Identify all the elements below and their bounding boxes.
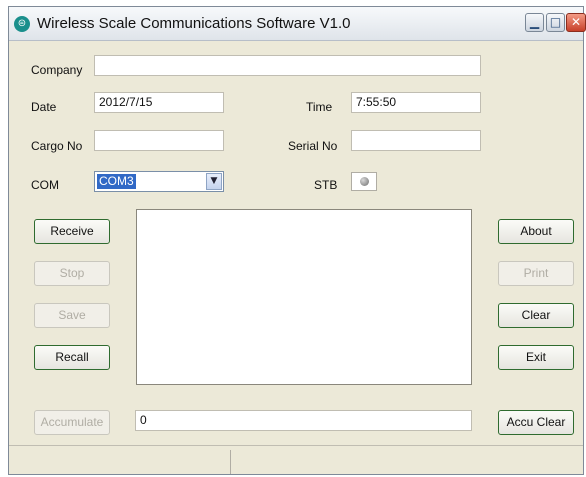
time-label: Time: [306, 100, 333, 114]
accumulate-field[interactable]: 0: [135, 410, 472, 431]
status-led-icon: [360, 177, 369, 186]
cargo-label: Cargo No: [31, 139, 83, 153]
exit-button[interactable]: Exit: [498, 345, 574, 370]
serial-label: Serial No: [288, 139, 338, 153]
main-window: ⊜ Wireless Scale Communications Software…: [8, 6, 586, 475]
title-bar[interactable]: ⊜ Wireless Scale Communications Software…: [9, 7, 586, 41]
received-data-area[interactable]: [136, 209, 472, 385]
company-field[interactable]: [94, 55, 481, 76]
date-field[interactable]: 2012/7/15: [94, 92, 224, 113]
about-button[interactable]: About: [498, 219, 574, 244]
save-button[interactable]: Save: [34, 303, 110, 328]
stb-label: STB: [314, 178, 338, 192]
stb-indicator: [351, 172, 377, 191]
status-bar: [9, 445, 583, 475]
status-divider: [230, 450, 231, 474]
close-icon: ✕: [570, 15, 582, 29]
chevron-down-icon: ▼: [210, 176, 218, 186]
close-button[interactable]: ✕: [566, 13, 586, 32]
clear-button[interactable]: Clear: [498, 303, 574, 328]
accu-clear-button[interactable]: Accu Clear: [498, 410, 574, 435]
scale-app-icon: ⊜: [14, 16, 30, 32]
time-field[interactable]: 7:55:50: [351, 92, 481, 113]
company-label: Company: [31, 63, 83, 77]
recall-button[interactable]: Recall: [34, 345, 110, 370]
receive-button[interactable]: Receive: [34, 219, 110, 244]
serial-field[interactable]: [351, 130, 481, 151]
com-label: COM: [31, 178, 59, 192]
minimize-button[interactable]: ▁: [525, 13, 544, 32]
print-button[interactable]: Print: [498, 261, 574, 286]
window-title: Wireless Scale Communications Software V…: [37, 15, 351, 32]
maximize-button[interactable]: □: [546, 13, 565, 32]
maximize-icon: □: [549, 15, 562, 29]
date-label: Date: [31, 100, 57, 114]
cargo-field[interactable]: [94, 130, 224, 151]
accumulate-button[interactable]: Accumulate: [34, 410, 110, 435]
dropdown-button[interactable]: ▼: [206, 173, 222, 190]
com-port-value: COM3: [97, 174, 136, 189]
stop-button[interactable]: Stop: [34, 261, 110, 286]
com-port-select[interactable]: COM3 ▼: [94, 171, 224, 192]
minimize-icon: ▁: [529, 15, 540, 29]
